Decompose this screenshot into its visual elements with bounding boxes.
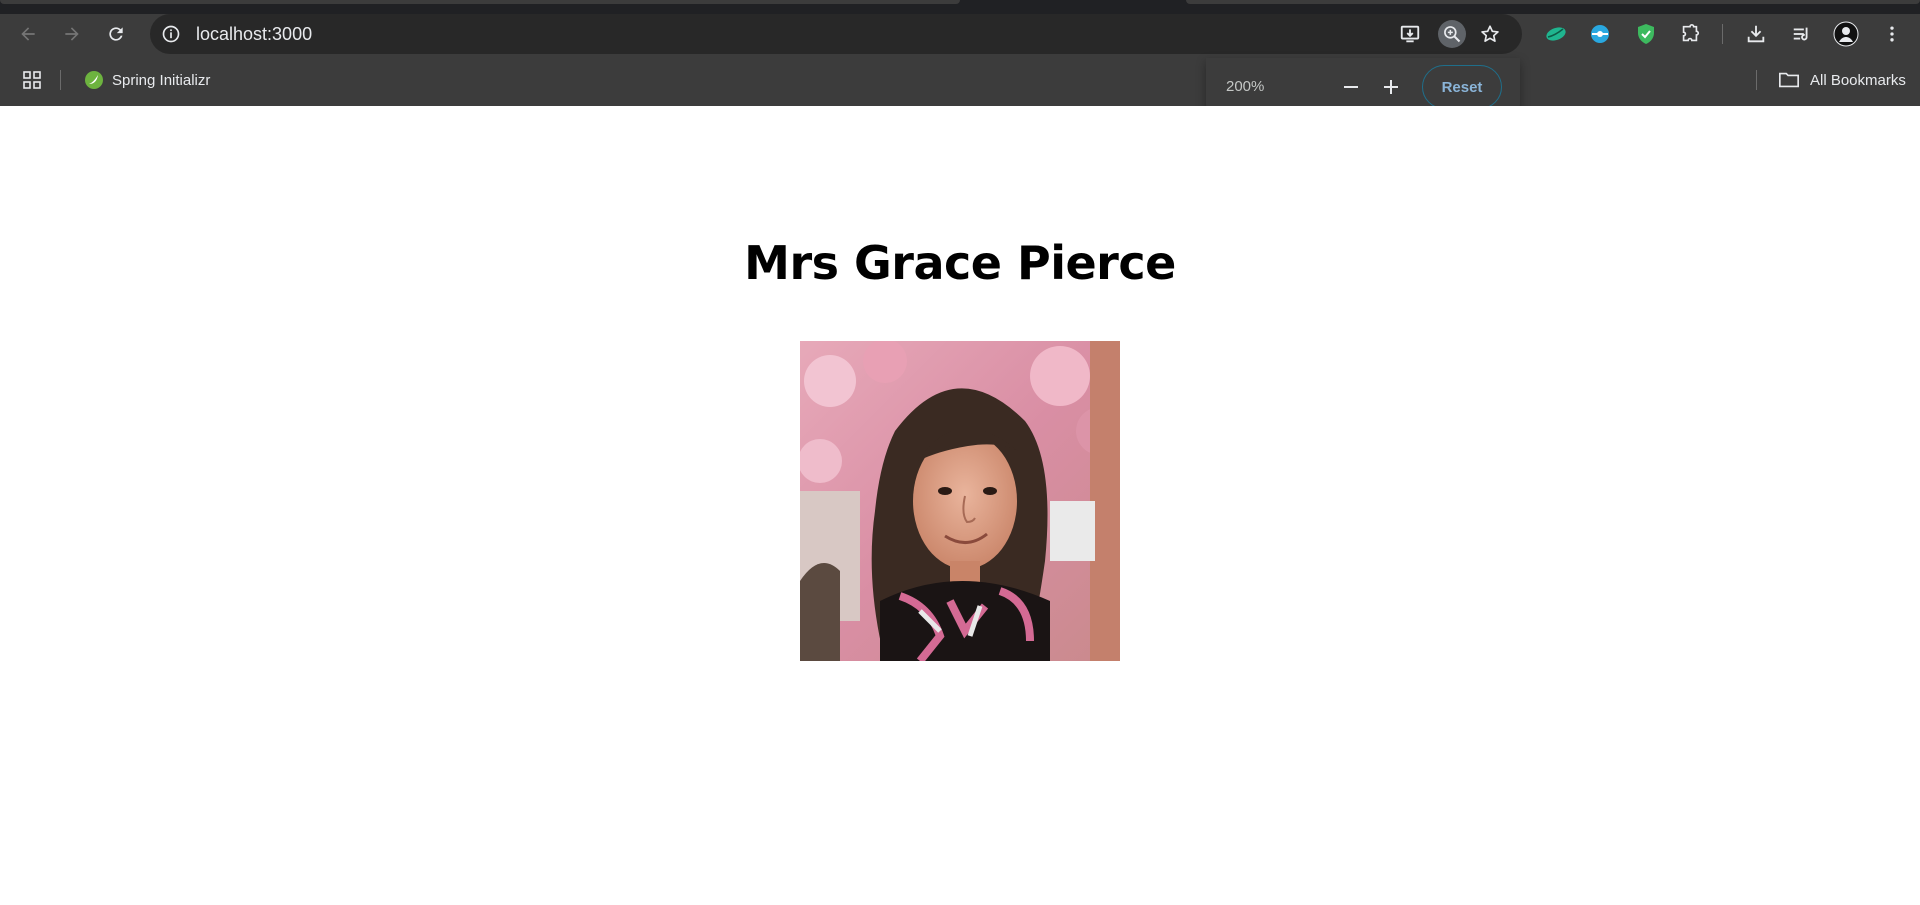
arrow-right-icon [65,27,79,41]
bookmarks-divider [60,70,61,90]
puzzle-icon[interactable] [1676,20,1704,48]
tab[interactable] [0,0,960,4]
all-bookmarks-label: All Bookmarks [1810,71,1906,89]
back-button[interactable] [12,18,44,50]
forward-button[interactable] [56,18,88,50]
apps-grid-icon[interactable] [20,68,44,92]
spring-leaf-icon [85,71,103,89]
page-content: Mrs Grace Pierce [0,106,1920,905]
bookmarks-divider [1756,70,1757,90]
url-text[interactable]: localhost:3000 [196,24,312,45]
folder-icon [1779,72,1799,88]
zoom-reset-button[interactable]: Reset [1422,65,1502,109]
zoom-icon[interactable] [1438,20,1466,48]
tab[interactable] [1186,0,1920,4]
bookmarks-bar: Spring Initializr All Bookmarks [0,62,1920,98]
browser-chrome: localhost:3000 Spring Initializr All Boo… [0,0,1920,106]
media-queue-icon[interactable] [1788,20,1816,48]
reload-icon [109,27,123,41]
arrow-left-icon [21,27,35,41]
all-bookmarks-button[interactable]: All Bookmarks [1772,66,1912,94]
toolbar-divider [1722,24,1723,44]
globe-extension-icon[interactable] [1586,20,1614,48]
shield-extension-icon[interactable] [1632,20,1660,48]
reload-button[interactable] [100,18,132,50]
zoom-out-button[interactable] [1336,72,1366,102]
minus-icon [1344,86,1358,88]
download-icon[interactable] [1742,20,1770,48]
zoom-in-button[interactable] [1376,72,1406,102]
page-title: Mrs Grace Pierce [744,236,1176,290]
info-icon[interactable] [160,23,182,45]
avatar[interactable] [1832,20,1860,48]
zoom-level: 200% [1226,78,1265,95]
bookmark-label: Spring Initializr [112,71,211,89]
tab-strip [0,0,1920,14]
leaf-extension-icon[interactable] [1542,20,1570,48]
profile-photo [800,341,1120,661]
more-menu-icon[interactable] [1878,20,1906,48]
plus-icon [1384,80,1398,94]
bookmark-spring-initializr[interactable]: Spring Initializr [78,66,216,94]
address-bar[interactable]: localhost:3000 [150,14,1522,54]
toolbar: localhost:3000 [0,14,1920,54]
star-icon[interactable] [1476,20,1504,48]
install-app-icon[interactable] [1396,20,1424,48]
